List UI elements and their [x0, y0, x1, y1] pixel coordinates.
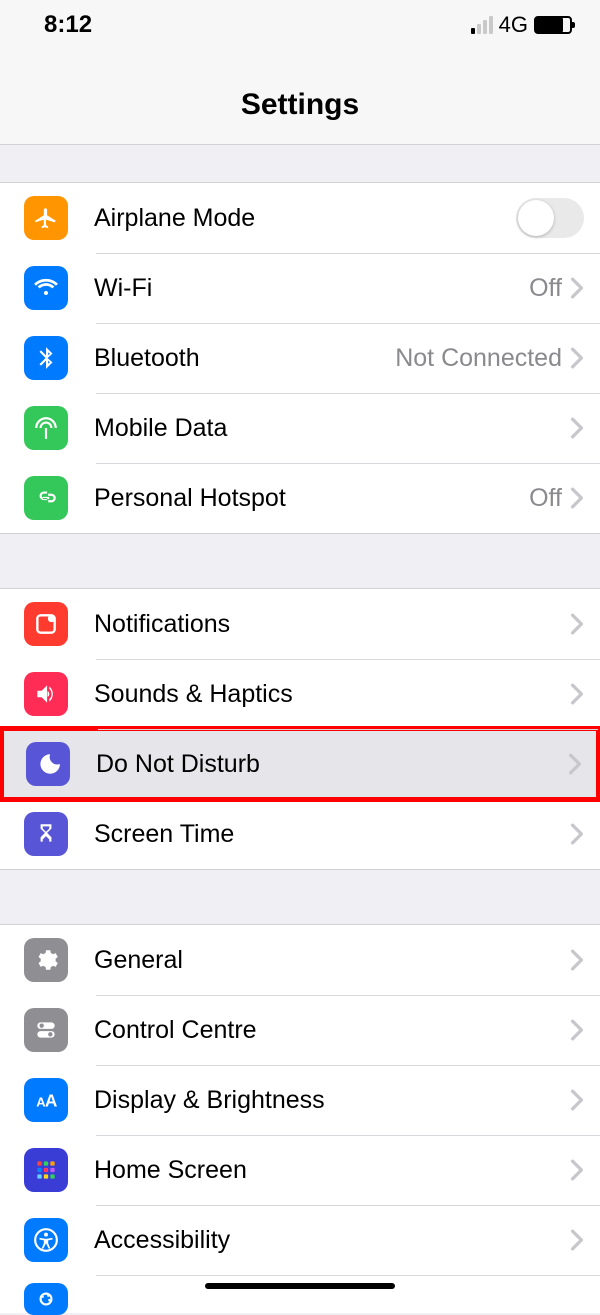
chevron-right-icon	[568, 753, 582, 775]
chevron-right-icon	[570, 949, 584, 971]
row-label: Accessibility	[94, 1226, 570, 1255]
chevron-right-icon	[570, 613, 584, 635]
status-time: 8:12	[44, 11, 92, 39]
moon-icon	[26, 742, 70, 786]
chevron-right-icon	[570, 277, 584, 299]
row-label: Do Not Disturb	[96, 750, 568, 779]
text-size-icon: AA	[24, 1078, 68, 1122]
chevron-right-icon	[570, 1159, 584, 1181]
cellular-signal-icon	[471, 16, 493, 34]
notifications-icon	[24, 602, 68, 646]
wifi-icon	[24, 266, 68, 310]
row-label: Display & Brightness	[94, 1086, 570, 1115]
hourglass-icon	[24, 812, 68, 856]
chevron-right-icon	[570, 823, 584, 845]
row-value: Not Connected	[395, 344, 562, 373]
chevron-right-icon	[570, 1089, 584, 1111]
row-value: Off	[529, 484, 562, 513]
row-label: Airplane Mode	[94, 204, 516, 233]
section-gap	[0, 145, 600, 183]
gear-icon	[24, 938, 68, 982]
section-gap	[0, 869, 600, 925]
page-title: Settings	[0, 88, 600, 122]
row-value: Off	[529, 274, 562, 303]
row-screen-time[interactable]: Screen Time	[0, 799, 600, 869]
chevron-right-icon	[570, 417, 584, 439]
accessibility-icon	[24, 1218, 68, 1262]
chevron-right-icon	[570, 683, 584, 705]
row-label: Control Centre	[94, 1016, 570, 1045]
row-label: General	[94, 946, 570, 975]
chevron-right-icon	[570, 1229, 584, 1251]
chevron-right-icon	[570, 1019, 584, 1041]
chevron-right-icon	[570, 347, 584, 369]
row-label: Wi-Fi	[94, 274, 529, 303]
row-bluetooth[interactable]: Bluetooth Not Connected	[0, 323, 600, 393]
battery-icon	[534, 16, 572, 34]
row-display-brightness[interactable]: AA Display & Brightness	[0, 1065, 600, 1135]
bluetooth-icon	[24, 336, 68, 380]
row-mobile-data[interactable]: Mobile Data	[0, 393, 600, 463]
row-partial[interactable]	[0, 1275, 600, 1313]
chevron-right-icon	[570, 487, 584, 509]
grid-icon	[24, 1148, 68, 1192]
row-label: Screen Time	[94, 820, 570, 849]
switches-icon	[24, 1008, 68, 1052]
section-general: General Control Centre AA Display & Brig…	[0, 925, 600, 1313]
row-label: Notifications	[94, 610, 570, 639]
row-sounds-haptics[interactable]: Sounds & Haptics	[0, 659, 600, 729]
airplane-toggle[interactable]	[516, 198, 584, 238]
link-icon	[24, 476, 68, 520]
row-airplane-mode[interactable]: Airplane Mode	[0, 183, 600, 253]
row-notifications[interactable]: Notifications	[0, 589, 600, 659]
header: Settings	[0, 50, 600, 145]
antenna-icon	[24, 406, 68, 450]
row-label: Bluetooth	[94, 344, 395, 373]
home-indicator[interactable]	[205, 1283, 395, 1289]
wallpaper-icon	[24, 1283, 68, 1315]
row-control-centre[interactable]: Control Centre	[0, 995, 600, 1065]
section-alerts: Notifications Sounds & Haptics Do Not Di…	[0, 589, 600, 869]
speaker-icon	[24, 672, 68, 716]
section-gap	[0, 533, 600, 589]
row-home-screen[interactable]: Home Screen	[0, 1135, 600, 1205]
row-personal-hotspot[interactable]: Personal Hotspot Off	[0, 463, 600, 533]
status-bar: 8:12 4G	[0, 0, 600, 50]
airplane-icon	[24, 196, 68, 240]
status-right: 4G	[471, 12, 572, 38]
network-type: 4G	[499, 12, 528, 38]
row-label: Sounds & Haptics	[94, 680, 570, 709]
row-wifi[interactable]: Wi-Fi Off	[0, 253, 600, 323]
section-connectivity: Airplane Mode Wi-Fi Off Bluetooth Not Co…	[0, 183, 600, 533]
row-accessibility[interactable]: Accessibility	[0, 1205, 600, 1275]
row-label: Personal Hotspot	[94, 484, 529, 513]
svg-text:A: A	[45, 1091, 58, 1111]
row-general[interactable]: General	[0, 925, 600, 995]
row-label: Mobile Data	[94, 414, 570, 443]
row-do-not-disturb[interactable]: Do Not Disturb	[2, 729, 598, 799]
row-label: Home Screen	[94, 1156, 570, 1185]
